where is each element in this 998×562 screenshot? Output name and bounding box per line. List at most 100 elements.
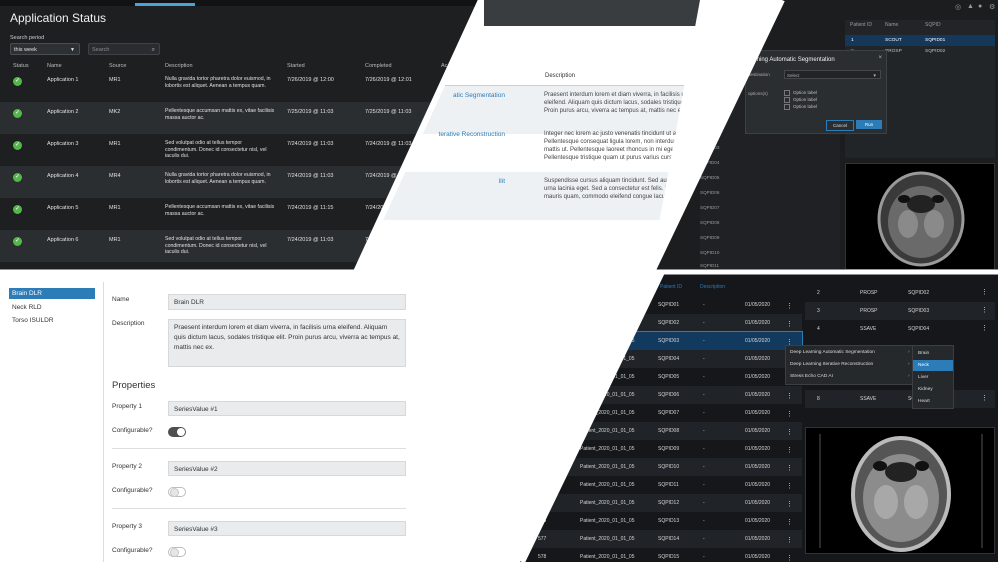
more-icon[interactable]: ⋮ (981, 324, 988, 332)
list-item[interactable]: SQPID04 (700, 160, 719, 165)
submenu-item-neck[interactable]: Neck (913, 360, 953, 371)
more-icon[interactable]: ⋮ (786, 464, 793, 472)
app-description: Sed volutpat odio at tellus tempor condi… (165, 140, 267, 159)
column-header-started[interactable]: Started (287, 63, 305, 69)
gear-icon[interactable]: ⚙ (989, 3, 995, 11)
option-checkbox[interactable]: Option label (784, 104, 817, 110)
more-icon[interactable]: ⋮ (981, 306, 988, 314)
more-icon[interactable]: ⋮ (786, 302, 793, 310)
column-header-status[interactable]: Status (13, 63, 29, 69)
more-icon[interactable]: ⋮ (786, 536, 793, 544)
column-header-description[interactable]: Description (700, 284, 725, 290)
more-icon[interactable]: ⋮ (786, 446, 793, 454)
row-desc: - (703, 500, 705, 506)
list-item[interactable]: SQPID08 (700, 220, 719, 225)
list-item[interactable]: SQPID11 (700, 263, 719, 268)
list-item[interactable]: SQPID06 (700, 190, 719, 195)
table-row[interactable]: 3 PROSP SQPID03 ⋮ (805, 302, 995, 320)
user-icon[interactable]: ● (978, 3, 982, 10)
menu-item[interactable]: Deep Learning Automatic Segmentation › (790, 350, 910, 355)
list-item[interactable]: SQPID05 (700, 175, 719, 180)
destination-select[interactable]: Select ▼ (784, 70, 881, 79)
table-row[interactable]: 2 PROSP SQPID02 ⋮ (805, 284, 995, 302)
close-icon[interactable]: × (878, 55, 882, 61)
row-num: 577 (538, 536, 547, 542)
table-row[interactable]: 577 Patient_2020_01_01_05 SQPID14 - 01/05/20… (520, 530, 802, 548)
more-icon[interactable]: ⋮ (786, 428, 793, 436)
table-row[interactable]: 578 Patient_2020_01_01_05 SQPID15 - 01/05/20… (520, 548, 802, 562)
table-row[interactable]: Patient_2020_01_01_05 SQPID11 - 01/05/2020 ⋮ (520, 476, 802, 494)
row-name: Patient_2020_01_01_05 (580, 446, 635, 452)
row-date: 01/05/2020 (745, 392, 771, 398)
configurable-toggle[interactable] (168, 487, 186, 497)
option-checkbox[interactable]: Option label (784, 97, 817, 103)
property-value-field[interactable]: SeriesValue #2 (168, 461, 406, 476)
row-id: SQPID03 (658, 338, 680, 344)
column-header-name[interactable]: Name (47, 63, 62, 69)
nav-item-brain-dlr[interactable]: Brain DLR (9, 288, 95, 299)
configurable-label: Configurable? (112, 487, 153, 494)
configurable-toggle[interactable] (168, 427, 186, 437)
configurable-label: Configurable? (112, 427, 153, 434)
table-row[interactable]: 8 SSAVE SC ⋮ (805, 390, 995, 408)
submenu-item-kidney[interactable]: Kidney (913, 384, 953, 395)
menu-item[interactable]: Deep Learning Iterative Reconstruction › (790, 362, 910, 367)
cancel-button[interactable]: Cancel (826, 120, 854, 131)
row-id: SQPID04 (658, 356, 680, 362)
submenu: Brain Neck Liver Kidney Heart (912, 345, 954, 409)
table-row[interactable]: ✓ Application 2 MK2 Pellentesque accumsa… (0, 102, 478, 134)
column-header-patient-id[interactable]: Patient ID (660, 284, 682, 290)
menu-item[interactable]: Stress Echo CAD AI › (790, 374, 910, 379)
option-checkbox[interactable]: Option label (784, 90, 817, 96)
ct-scan-image (805, 427, 995, 554)
more-icon[interactable]: ⋮ (981, 394, 988, 402)
list-item[interactable]: SQPID07 (700, 205, 719, 210)
run-button[interactable]: Run (856, 120, 882, 129)
submenu-item-heart[interactable]: Heart (913, 396, 953, 407)
help-icon[interactable]: ◎ (955, 3, 961, 11)
nav-item-torso-isuldr[interactable]: Torso ISULDR (9, 315, 95, 326)
row-date: 01/05/2020 (745, 500, 771, 506)
column-header-completed[interactable]: Completed (365, 63, 392, 69)
period-select[interactable]: this week ▼ (10, 43, 80, 55)
table-row[interactable]: llit Suspendisse cursus aliquam tincidun… (380, 172, 700, 220)
more-icon[interactable]: ⋮ (981, 288, 988, 296)
bell-icon[interactable]: ▲ (967, 3, 974, 10)
submenu-item-liver[interactable]: Liver (913, 372, 953, 383)
property-value-field[interactable]: SeriesValue #1 (168, 401, 406, 416)
more-icon[interactable]: ⋮ (786, 320, 793, 328)
configurable-toggle[interactable] (168, 547, 186, 557)
table-row[interactable]: 4 SSAVE SQPID04 ⋮ (805, 320, 995, 338)
property-value-field[interactable]: SeriesValue #3 (168, 521, 406, 536)
divider (112, 508, 406, 509)
column-header-source[interactable]: Source (109, 63, 126, 69)
list-item[interactable]: SQPID10 (700, 250, 719, 255)
more-icon[interactable]: ⋮ (786, 410, 793, 418)
table-row[interactable]: terative Reconstruction Integer nec lore… (380, 125, 700, 173)
column-header-description[interactable]: Description (165, 63, 193, 69)
row-id: SQPID07 (658, 410, 680, 416)
nav-item-neck-rld[interactable]: Neck RLD (9, 302, 95, 313)
row-desc: - (703, 482, 705, 488)
table-row[interactable]: Patient_2020_01_01_05 SQPID12 - 01/05/2020 ⋮ (520, 494, 802, 512)
table-row[interactable]: ✓ Application 3 MR1 Sed volutpat odio at… (0, 134, 478, 166)
row-name: Patient_2020_01_01_05 (580, 464, 635, 470)
more-icon[interactable]: ⋮ (786, 482, 793, 490)
search-input[interactable]: Search ⌕ (88, 43, 160, 55)
description-field[interactable]: Praesent interdum lorem et diam viverra,… (168, 319, 406, 367)
list-item[interactable]: SQPID03 (700, 145, 719, 150)
column-header-actions[interactable]: Ac (441, 63, 447, 69)
table-row[interactable]: ✓ Application 1 MR1 Nulla gravida tortor… (0, 70, 478, 102)
submenu-item-brain[interactable]: Brain (913, 348, 953, 359)
list-item[interactable]: 1 SCOUT SQPID01 (845, 35, 995, 46)
list-item[interactable]: SQPID09 (700, 235, 719, 240)
name-field[interactable]: Brain DLR (168, 294, 406, 310)
more-icon[interactable]: ⋮ (786, 500, 793, 508)
more-icon[interactable]: ⋮ (786, 518, 793, 526)
more-icon[interactable]: ⋮ (786, 392, 793, 400)
property-label: Property 3 (112, 523, 142, 530)
period-select-value: this week (14, 47, 37, 53)
table-row[interactable]: 576 Patient_2020_01_01_05 SQPID13-01/05/20… (520, 512, 802, 530)
app-started: 7/25/2019 @ 11:03 (287, 109, 334, 115)
more-icon[interactable]: ⋮ (786, 554, 793, 562)
